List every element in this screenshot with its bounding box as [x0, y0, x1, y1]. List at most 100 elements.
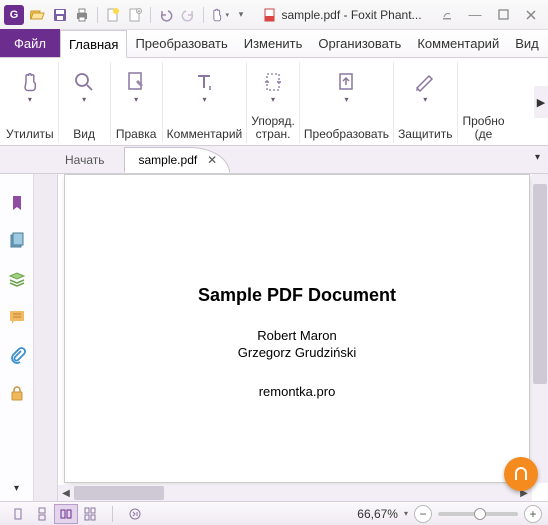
ribbon-scroll-right[interactable]: ▶ — [534, 86, 548, 118]
minimize-button[interactable]: — — [462, 5, 488, 25]
scroll-left-icon[interactable]: ◀ — [58, 488, 74, 499]
view-mode-buttons — [6, 504, 102, 524]
protect-icon[interactable]: ▾ — [409, 64, 441, 100]
app-icon: G — [4, 5, 24, 25]
zoom-slider-thumb[interactable] — [474, 508, 486, 520]
open-icon[interactable] — [28, 5, 48, 25]
save-icon[interactable] — [50, 5, 70, 25]
separator — [203, 7, 204, 23]
svg-text:✳: ✳ — [137, 9, 141, 15]
view-continuous-icon[interactable] — [30, 504, 54, 524]
tab-edit[interactable]: Изменить — [236, 29, 311, 57]
ribbon-tabs: Файл Главная Преобразовать Изменить Орга… — [0, 30, 548, 58]
page-author: Grzegorz Grudziński — [238, 345, 356, 362]
vertical-scrollbar[interactable] — [532, 174, 548, 483]
qat-dropdown-icon[interactable]: ▾ — [231, 5, 251, 25]
main-area: ▾ Sample PDF Document Robert Maron Grzeg… — [0, 174, 548, 501]
tab-convert[interactable]: Преобразовать — [127, 29, 235, 57]
zoom-in-button[interactable]: + — [524, 505, 542, 523]
status-bar: 66,67% ▾ − + — [0, 501, 548, 525]
group-label: Упоряд. стран. — [251, 115, 295, 141]
page-site: remontka.pro — [259, 384, 336, 399]
support-badge-icon[interactable] — [504, 457, 538, 491]
title-bar: G ✳ ▾ ▾ sample.pdf - Foxit Phant... — — [0, 0, 548, 30]
group-label: Утилиты — [6, 128, 54, 141]
print-icon[interactable] — [72, 5, 92, 25]
group-label: Преобразовать — [304, 128, 389, 141]
pages-panel-icon[interactable] — [2, 222, 32, 260]
view-single-icon[interactable] — [6, 504, 30, 524]
close-button[interactable] — [518, 5, 544, 25]
group-label: Комментарий — [167, 128, 243, 141]
tab-comment[interactable]: Комментарий — [409, 29, 507, 57]
scroll-track[interactable] — [74, 486, 516, 500]
zoom-value: 66,67% — [357, 507, 398, 521]
attachments-icon[interactable] — [2, 336, 32, 374]
group-edit[interactable]: ▾ Правка — [111, 62, 163, 143]
panel-expand-icon[interactable]: ▾ — [14, 481, 19, 501]
hand-icon[interactable]: ▾ — [14, 64, 46, 100]
group-pages[interactable]: ▾ Упоряд. стран. — [247, 62, 300, 143]
zoom-slider[interactable] — [438, 512, 518, 516]
separator — [112, 506, 113, 522]
document-tabs: Начать sample.pdf✕ ▾ — [0, 146, 548, 174]
group-comment[interactable]: ▾ Комментарий — [163, 62, 248, 143]
hand-tool-icon[interactable]: ▾ — [209, 5, 229, 25]
document-viewport[interactable]: Sample PDF Document Robert Maron Grzegor… — [58, 174, 548, 501]
doc-tab-sample[interactable]: sample.pdf✕ — [124, 147, 231, 173]
group-label: Пробно (де — [462, 115, 504, 141]
window-controls: — — [434, 5, 544, 25]
tab-view[interactable]: Вид — [507, 29, 547, 57]
zoom-controls: 66,67% ▾ − + — [357, 505, 542, 523]
pdf-file-icon — [263, 8, 277, 22]
edit-page-icon[interactable]: ▾ — [120, 64, 152, 100]
group-label: Вид — [73, 128, 95, 141]
page-title: Sample PDF Document — [198, 285, 396, 306]
close-tab-icon[interactable]: ✕ — [207, 153, 217, 167]
separator — [150, 7, 151, 23]
new-blank-icon[interactable]: ✳ — [125, 5, 145, 25]
group-view[interactable]: ▾ Вид — [59, 62, 111, 143]
magnifier-icon[interactable]: ▾ — [68, 64, 100, 100]
undo-icon[interactable] — [156, 5, 176, 25]
navigation-panel: ▾ — [0, 174, 34, 501]
gutter — [34, 174, 58, 501]
bookmarks-icon[interactable] — [2, 184, 32, 222]
group-utilities[interactable]: ▾ Утилиты — [2, 62, 59, 143]
comments-panel-icon[interactable] — [2, 298, 32, 336]
view-facing-icon[interactable] — [54, 504, 78, 524]
tab-home[interactable]: Главная — [60, 30, 127, 58]
security-panel-icon[interactable] — [2, 374, 32, 412]
group-convert[interactable]: ▾ Преобразовать — [300, 62, 394, 143]
scroll-thumb[interactable] — [533, 184, 547, 384]
tab-organize[interactable]: Организовать — [310, 29, 409, 57]
group-label: Защитить — [398, 128, 452, 141]
group-label: Правка — [116, 128, 157, 141]
pages-icon[interactable]: ▾ — [257, 64, 289, 100]
text-tool-icon[interactable]: ▾ — [188, 64, 220, 100]
doc-tab-start[interactable]: Начать — [50, 147, 132, 173]
view-cont-facing-icon[interactable] — [78, 504, 102, 524]
trial-icon[interactable] — [468, 64, 500, 100]
zoom-dropdown-icon[interactable]: ▾ — [404, 509, 408, 518]
file-tab[interactable]: Файл — [0, 29, 60, 57]
maximize-button[interactable] — [490, 5, 516, 25]
redo-icon[interactable] — [178, 5, 198, 25]
page-author: Robert Maron — [257, 328, 336, 345]
help-icon[interactable] — [434, 5, 460, 25]
new-doc-icon[interactable] — [103, 5, 123, 25]
zoom-out-button[interactable]: − — [414, 505, 432, 523]
group-protect[interactable]: ▾ Защитить — [394, 62, 457, 143]
horizontal-scrollbar[interactable]: ◀ ▶ — [58, 485, 532, 501]
reflow-icon[interactable] — [123, 504, 147, 524]
window-title: sample.pdf - Foxit Phant... — [251, 8, 434, 22]
layers-icon[interactable] — [2, 260, 32, 298]
pdf-page: Sample PDF Document Robert Maron Grzegor… — [64, 174, 530, 483]
group-trial[interactable]: Пробно (де — [458, 62, 510, 143]
scroll-thumb[interactable] — [74, 486, 164, 500]
ribbon: ▾ Утилиты ▾ Вид ▾ Правка ▾ Комментарий ▾… — [0, 58, 548, 146]
convert-icon[interactable]: ▾ — [330, 64, 362, 100]
quick-access-toolbar: ✳ ▾ ▾ — [28, 5, 251, 25]
doc-tabs-dropdown-icon[interactable]: ▾ — [535, 152, 540, 163]
separator — [97, 7, 98, 23]
